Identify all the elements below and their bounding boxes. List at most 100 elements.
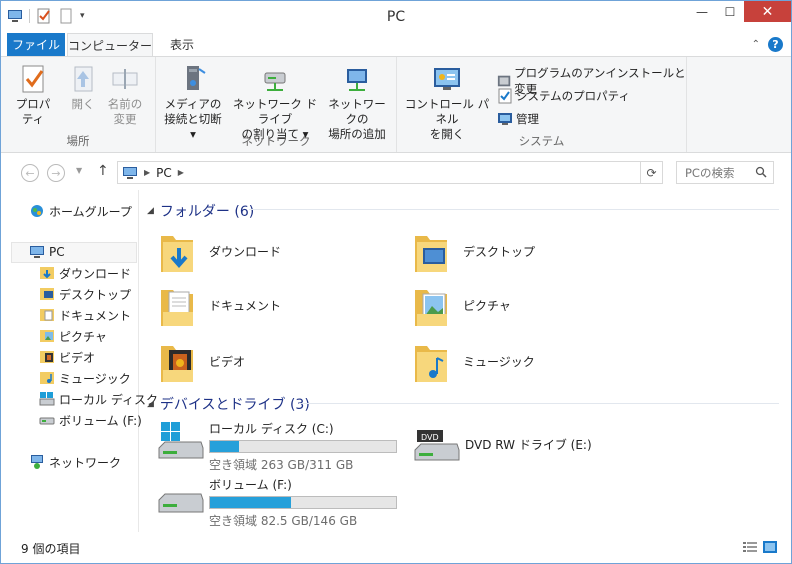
- removable-drive-icon: [39, 417, 55, 425]
- drive-tile-f[interactable]: ボリューム (F:) 空き領域 82.5 GB/146 GB: [157, 476, 397, 529]
- control-panel-button[interactable]: コントロール パネル を開く: [401, 63, 493, 142]
- nav-network[interactable]: ネットワーク: [29, 452, 121, 472]
- ribbon-group-location: プロパティ 開く 名前の 変更 場所: [1, 57, 156, 152]
- window-title: PC: [386, 9, 406, 25]
- nav-item-downloads[interactable]: ダウンロード: [39, 263, 131, 283]
- search-input[interactable]: PCの検索: [676, 161, 774, 184]
- removable-drive-icon: [158, 493, 204, 513]
- music-folder-icon: [40, 372, 54, 384]
- title-bar: ▾ PC — ☐ ✕: [1, 1, 791, 33]
- folder-tile-music[interactable]: ミュージック: [413, 338, 535, 384]
- drive-f-usage-fill: [210, 497, 291, 508]
- manage-button[interactable]: 管理: [497, 111, 539, 127]
- forward-button[interactable]: →: [47, 164, 65, 182]
- videos-folder-icon: [40, 351, 54, 363]
- documents-folder-icon: [40, 309, 54, 321]
- drives-group-header[interactable]: ◢ デバイスとドライブ (3): [147, 394, 310, 414]
- rename-icon: [112, 69, 138, 89]
- folder-tile-desktop[interactable]: デスクトップ: [413, 228, 535, 274]
- properties-icon: [22, 65, 44, 93]
- large-icons-view-icon[interactable]: [763, 541, 777, 553]
- programs-icon: [497, 75, 511, 87]
- desktop-folder-icon: [415, 236, 447, 272]
- nav-item-volume-f[interactable]: ボリューム (F:): [39, 410, 142, 430]
- drive-c-usage-bar: [209, 440, 397, 453]
- help-icon[interactable]: ?: [768, 37, 783, 52]
- drive-tile-e[interactable]: DVD DVD RW ドライブ (E:): [413, 422, 592, 466]
- properties-button[interactable]: プロパティ: [11, 63, 55, 127]
- network-icon: [31, 455, 43, 469]
- folder-tile-videos[interactable]: ビデオ: [159, 338, 245, 384]
- minimize-button[interactable]: —: [688, 1, 716, 22]
- folders-divider: [249, 209, 779, 210]
- breadcrumb-pc[interactable]: PC: [156, 166, 172, 180]
- collapse-ribbon-icon[interactable]: ⌃: [752, 39, 760, 50]
- close-button[interactable]: ✕: [744, 1, 791, 22]
- maximize-button[interactable]: ☐: [716, 1, 744, 22]
- download-folder-icon: [40, 267, 54, 279]
- nav-pc[interactable]: PC: [29, 242, 65, 262]
- window-controls: — ☐ ✕: [688, 1, 791, 22]
- drive-tile-c[interactable]: ローカル ディスク (C:) 空き領域 263 GB/311 GB: [157, 420, 397, 473]
- ribbon-group-system: コントロール パネル を開く プログラムのアンインストールと変更 システムのプロ…: [397, 57, 687, 152]
- desktop-folder-icon: [40, 288, 54, 300]
- breadcrumb-separator-icon[interactable]: ▶: [178, 168, 184, 177]
- nav-homegroup[interactable]: ホームグループ: [29, 201, 132, 221]
- rename-button[interactable]: 名前の 変更: [105, 63, 145, 127]
- system-properties-button[interactable]: システムのプロパティ: [497, 88, 630, 104]
- nav-item-desktop[interactable]: デスクトップ: [39, 284, 131, 304]
- pc-icon: [30, 246, 44, 258]
- tab-file[interactable]: ファイル: [7, 33, 65, 56]
- details-view-icon[interactable]: [743, 541, 757, 553]
- tab-computer[interactable]: コンピューター: [67, 33, 153, 56]
- nav-item-music[interactable]: ミュージック: [39, 368, 131, 388]
- folder-tile-documents[interactable]: ドキュメント: [159, 282, 281, 328]
- add-network-location-button[interactable]: ネットワークの 場所の追加: [324, 63, 390, 142]
- network-drive-icon: [264, 72, 286, 91]
- download-folder-icon: [161, 236, 193, 272]
- up-button[interactable]: ↑: [97, 163, 109, 179]
- nav-item-videos[interactable]: ビデオ: [39, 347, 95, 367]
- system-properties-icon: [498, 88, 512, 104]
- breadcrumb-separator-icon[interactable]: ▶: [144, 168, 150, 177]
- address-bar[interactable]: ▶ PC ▶ ⟳: [117, 161, 663, 184]
- pictures-folder-icon: [40, 330, 54, 342]
- ribbon-tabs: ファイル コンピューター 表示 ⌃ ?: [1, 33, 791, 56]
- item-count: 9 個の項目: [21, 542, 81, 556]
- homegroup-icon: [31, 205, 43, 217]
- folders-group-header[interactable]: ◢ フォルダー (6): [147, 201, 254, 221]
- refresh-button[interactable]: ⟳: [640, 162, 662, 183]
- documents-folder-icon: [161, 290, 193, 326]
- group-label-location: 場所: [66, 134, 90, 148]
- drive-c-usage-fill: [210, 441, 239, 452]
- content-pane: ◢ フォルダー (6) ダウンロード デスクトップ ドキュメント ピクチャ ビデ…: [141, 190, 781, 532]
- navigation-pane: ホームグループ PC ダウンロード デスクトップ ドキュメント ピクチャ ビデオ: [1, 190, 158, 532]
- videos-folder-icon: [161, 346, 193, 382]
- open-button[interactable]: 開く: [67, 63, 99, 112]
- status-bar: 9 個の項目: [1, 532, 791, 563]
- hard-drive-icon: [39, 392, 55, 406]
- media-connect-button[interactable]: メディアの 接続と切断 ▾: [160, 63, 226, 142]
- tab-view[interactable]: 表示: [155, 33, 209, 56]
- folder-tile-pictures[interactable]: ピクチャ: [413, 282, 511, 328]
- recent-locations-icon[interactable]: ▼: [76, 166, 82, 175]
- collapse-group-icon: ◢: [147, 399, 154, 409]
- nav-item-documents[interactable]: ドキュメント: [39, 305, 131, 325]
- windows-hard-drive-icon: [158, 422, 204, 459]
- back-button[interactable]: ←: [21, 164, 39, 182]
- nav-item-pictures[interactable]: ピクチャ: [39, 326, 107, 346]
- music-folder-icon: [415, 346, 447, 382]
- explorer-window: ▾ PC — ☐ ✕ ファイル コンピューター 表示 ⌃ ? プロパティ 開く: [0, 0, 792, 564]
- group-label-system: システム: [518, 134, 565, 148]
- network-location-icon: [347, 69, 367, 91]
- folder-tile-downloads[interactable]: ダウンロード: [159, 228, 281, 274]
- media-server-icon: [187, 66, 206, 90]
- svg-text:DVD: DVD: [421, 433, 439, 442]
- map-network-drive-button[interactable]: ネットワーク ドライブ の割り当て ▾: [228, 63, 322, 142]
- collapse-group-icon: ◢: [147, 206, 154, 216]
- dvd-drive-icon: DVD: [414, 430, 460, 461]
- address-row: ← → ▼ ↑ ▶ PC ▶ ⟳ PCの検索: [1, 154, 791, 190]
- pictures-folder-icon: [415, 290, 447, 326]
- group-label-network: ネットワーク: [241, 134, 311, 148]
- ribbon-group-network: メディアの 接続と切断 ▾ ネットワーク ドライブ の割り当て ▾ ネットワーク…: [156, 57, 397, 152]
